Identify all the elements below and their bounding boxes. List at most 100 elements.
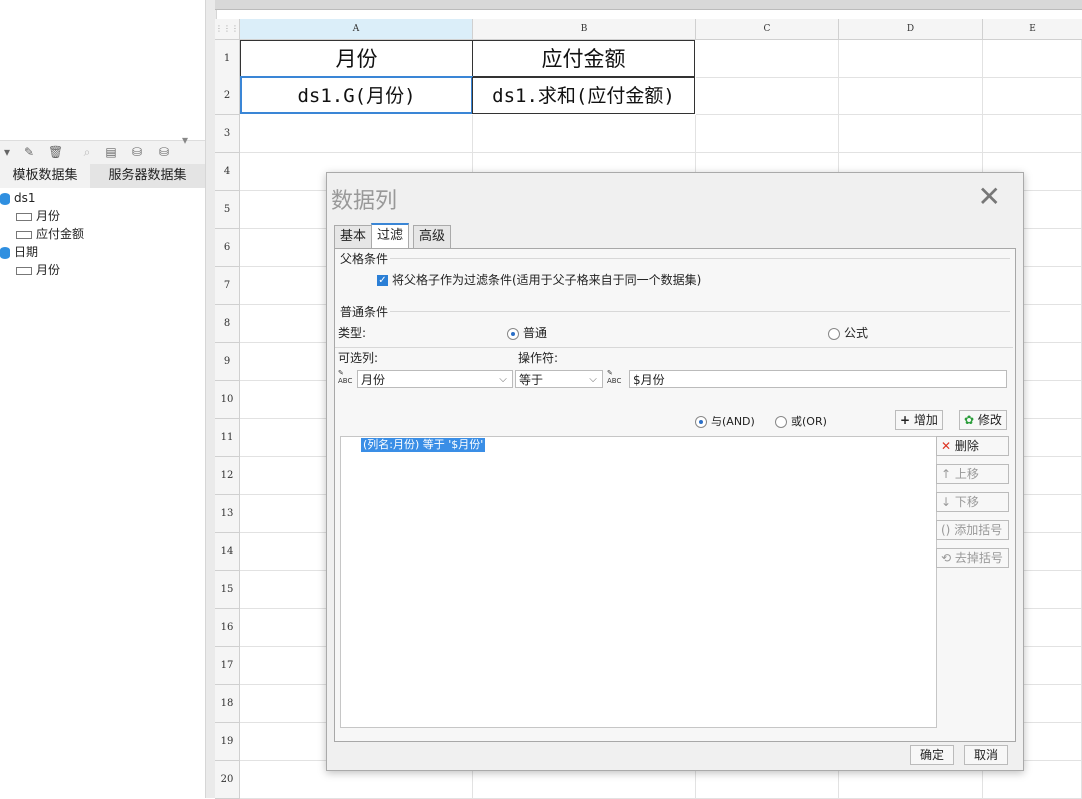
row-header[interactable]: 12 xyxy=(215,457,240,495)
parent-filter-checkbox[interactable]: ✓ 将父格子作为过滤条件(适用于父子格来自于同一个数据集) xyxy=(377,271,701,288)
column-header-a[interactable]: A xyxy=(240,19,473,40)
type-radio-formula[interactable]: 公式 xyxy=(828,324,868,341)
button-label: 上移 xyxy=(954,467,979,481)
horizontal-scrollbar[interactable] xyxy=(215,0,1082,10)
grid-cell[interactable] xyxy=(983,115,1082,153)
tab-basic[interactable]: 基本 xyxy=(334,225,373,249)
select-all-corner[interactable]: ⋮⋮⋮ xyxy=(215,19,240,40)
condition-list-item[interactable]: (列名:月份) 等于 '$月份' xyxy=(361,438,486,452)
edit-icon[interactable]: ✎ xyxy=(22,145,36,159)
tab-server-dataset[interactable]: 服务器数据集 xyxy=(90,164,205,188)
row-header[interactable]: 2 xyxy=(215,77,240,115)
column-header-b[interactable]: B xyxy=(473,19,696,40)
row-header[interactable]: 9 xyxy=(215,343,240,381)
radio-selected-icon xyxy=(695,416,707,428)
logic-radio-and[interactable]: 与(AND) xyxy=(695,413,755,429)
server-dataset-icon[interactable]: ▤ xyxy=(104,145,118,159)
tree-label: 月份 xyxy=(36,209,61,223)
row-header[interactable]: 10 xyxy=(215,381,240,419)
remove-bracket-button[interactable]: ⟲ 去掉括号 xyxy=(936,548,1009,568)
arrow-down-icon: ↓ xyxy=(941,495,952,509)
grid-cell[interactable] xyxy=(240,115,473,153)
tree-dataset-ds1[interactable]: ds1 xyxy=(0,189,36,207)
button-label: 添加括号 xyxy=(954,523,1003,537)
delete-button[interactable]: ✕ 删除 xyxy=(936,436,1009,456)
tab-template-dataset[interactable]: 模板数据集 xyxy=(0,164,90,188)
condition-list[interactable]: (列名:月份) 等于 '$月份' xyxy=(340,436,937,728)
grid-cell[interactable] xyxy=(983,77,1082,115)
dropdown-arrow-icon[interactable]: ▾ xyxy=(0,145,14,159)
row-header[interactable]: 5 xyxy=(215,191,240,229)
parent-condition-heading: 父格条件 xyxy=(340,252,389,266)
grid-cell[interactable] xyxy=(839,40,983,78)
value-type-icon[interactable]: ✎ ABC xyxy=(607,369,625,387)
delete-icon[interactable]: 🗑 xyxy=(48,145,63,159)
divider xyxy=(390,311,1010,312)
dataset-toolbar: ▾ ✎ 🗑 ⌕ ▤ ⛁ ⛁ ▾ xyxy=(0,133,205,165)
normal-condition-heading: 普通条件 xyxy=(340,305,389,319)
move-down-button[interactable]: ↓ 下移 xyxy=(936,492,1009,512)
button-label: 增加 xyxy=(913,413,938,427)
cell-b2[interactable]: ds1.求和(应付金额) xyxy=(472,77,695,114)
bracket-icon: () xyxy=(941,523,951,537)
radio-label: 公式 xyxy=(844,326,869,340)
tree-field-month[interactable]: 月份 xyxy=(16,207,60,225)
divider xyxy=(390,258,1010,259)
add-bracket-button[interactable]: () 添加括号 xyxy=(936,520,1009,540)
grid-cell[interactable] xyxy=(983,40,1082,78)
cell-text: 应付金额 xyxy=(541,47,626,71)
row-header[interactable]: 14 xyxy=(215,533,240,571)
value-input[interactable]: $月份 xyxy=(629,370,1007,388)
row-header[interactable]: 16 xyxy=(215,609,240,647)
data-column-dialog: 数据列 ✕ 基本 过滤 高级 父格条件 ✓ 将父格子作为过滤条件(适用于父子格来自… xyxy=(326,172,1024,771)
close-icon[interactable]: ✕ xyxy=(978,183,1001,211)
row-header[interactable]: 15 xyxy=(215,571,240,609)
modify-button[interactable]: ✿ 修改 xyxy=(959,410,1007,430)
column-header-e[interactable]: E xyxy=(983,19,1082,40)
ok-button[interactable]: 确定 xyxy=(910,745,954,765)
preview-icon[interactable]: ⌕ xyxy=(80,145,94,159)
filter-panel: 父格条件 ✓ 将父格子作为过滤条件(适用于父子格来自于同一个数据集) 普通条件 类… xyxy=(334,248,1016,742)
cell-a1[interactable]: 月份 xyxy=(240,40,473,77)
tree-dataset-date[interactable]: 日期 xyxy=(0,243,38,261)
row-header[interactable]: 11 xyxy=(215,419,240,457)
row-header[interactable]: 19 xyxy=(215,723,240,761)
grid-cell[interactable] xyxy=(696,40,839,78)
divider xyxy=(335,347,1013,348)
logic-radio-or[interactable]: 或(OR) xyxy=(775,413,827,429)
row-header[interactable]: 18 xyxy=(215,685,240,723)
grid-cell[interactable] xyxy=(696,77,839,115)
column-header-c[interactable]: C xyxy=(696,19,839,40)
cancel-button[interactable]: 取消 xyxy=(964,745,1008,765)
row-header[interactable]: 7 xyxy=(215,267,240,305)
row-header[interactable]: 17 xyxy=(215,647,240,685)
tree-field-amount[interactable]: 应付金额 xyxy=(16,225,84,243)
row-header[interactable]: 3 xyxy=(215,115,240,153)
grid-cell[interactable] xyxy=(696,115,839,153)
row-header[interactable]: 20 xyxy=(215,761,240,799)
type-radio-normal[interactable]: 普通 xyxy=(507,324,547,341)
row-header[interactable]: 1 xyxy=(215,40,240,78)
plus-icon: + xyxy=(900,413,911,427)
tab-filter[interactable]: 过滤 xyxy=(371,223,410,250)
grid-cell[interactable] xyxy=(473,115,696,153)
add-button[interactable]: + 增加 xyxy=(895,410,943,430)
column-header-d[interactable]: D xyxy=(839,19,983,40)
operator-label: 操作符: xyxy=(518,351,559,365)
column-select[interactable]: 月份 ⌵ xyxy=(357,370,513,388)
grid-cell[interactable] xyxy=(839,115,983,153)
cell-a2[interactable]: ds1.G(月份) xyxy=(240,76,473,114)
row-header[interactable]: 4 xyxy=(215,153,240,191)
row-header[interactable]: 6 xyxy=(215,229,240,267)
tab-advanced[interactable]: 高级 xyxy=(413,225,452,249)
grid-cell[interactable] xyxy=(839,77,983,115)
database-settings-icon[interactable]: ⛁ xyxy=(157,145,171,159)
operator-select[interactable]: 等于 ⌵ xyxy=(515,370,603,388)
database-icon[interactable]: ⛁ xyxy=(130,145,144,159)
row-header[interactable]: 8 xyxy=(215,305,240,343)
tree-field-month-2[interactable]: 月份 xyxy=(16,261,60,279)
row-header[interactable]: 13 xyxy=(215,495,240,533)
cell-b1[interactable]: 应付金额 xyxy=(472,40,695,77)
collapse-arrow-icon[interactable]: ▾ xyxy=(178,133,192,147)
move-up-button[interactable]: ↑ 上移 xyxy=(936,464,1009,484)
